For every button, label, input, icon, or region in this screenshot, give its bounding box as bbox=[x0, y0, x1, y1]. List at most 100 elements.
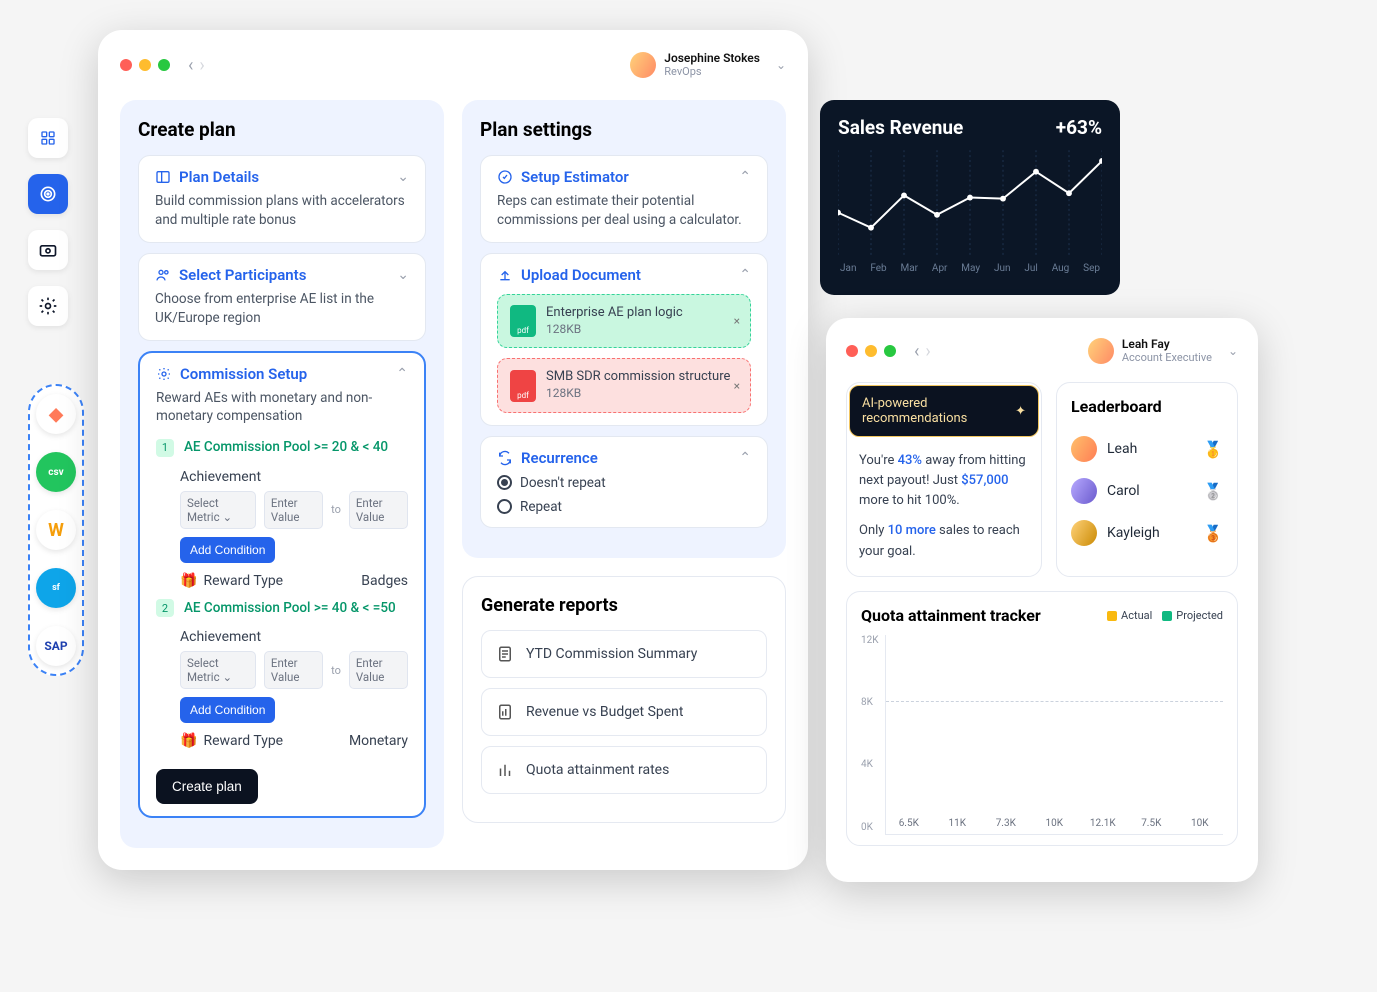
ai-line-2: Only 10 more sales to reach your goal. bbox=[859, 521, 1029, 561]
chevron-up-icon[interactable]: ⌃ bbox=[396, 366, 408, 382]
nav-forward[interactable]: › bbox=[925, 341, 930, 362]
create-plan-title: Create plan bbox=[138, 118, 426, 141]
leaderboard-card: Leaderboard Leah🥇 Carol🥈 Kayleigh🥉 bbox=[1056, 382, 1238, 577]
integration-hubspot[interactable]: ◆ bbox=[36, 394, 76, 434]
pdf-icon: pdf bbox=[510, 305, 536, 337]
add-condition-button[interactable]: Add Condition bbox=[180, 537, 275, 563]
chevron-down-icon[interactable]: ⌄ bbox=[397, 169, 409, 185]
integration-salesforce[interactable]: sf bbox=[36, 568, 76, 608]
revenue-x-axis: JanFebMarAprMayJunJulAugSep bbox=[838, 259, 1102, 274]
ai-recommendations-card: AI-powered recommendations ✦ You're 43% … bbox=[846, 382, 1042, 577]
rail-settings[interactable] bbox=[28, 286, 68, 326]
reward-value: Badges bbox=[361, 573, 408, 589]
remove-file-icon[interactable]: × bbox=[734, 379, 740, 393]
rail-goals[interactable] bbox=[28, 174, 68, 214]
user-role: RevOps bbox=[664, 66, 760, 79]
widget-delta: +63% bbox=[1056, 116, 1102, 139]
radio-icon bbox=[497, 499, 512, 514]
gift-icon: 🎁 bbox=[180, 733, 197, 749]
revenue-line-chart bbox=[838, 149, 1102, 259]
plan-settings-title: Plan settings bbox=[480, 118, 768, 141]
leaderboard-row[interactable]: Leah🥇 bbox=[1071, 428, 1223, 470]
upload-file-error[interactable]: pdf SMB SDR commission structure128KB × bbox=[497, 358, 751, 412]
user-chip[interactable]: Leah Fay Account Executive ⌄ bbox=[1088, 338, 1238, 364]
radio-icon bbox=[497, 475, 512, 490]
y-axis: 12K8K4K0K bbox=[861, 635, 879, 835]
create-plan-button[interactable]: Create plan bbox=[156, 769, 258, 804]
titlebar: ‹ › Josephine Stokes RevOps ⌄ bbox=[120, 48, 786, 82]
enter-value-to[interactable]: Enter Value bbox=[349, 651, 408, 689]
nav-back[interactable]: ‹ bbox=[914, 341, 919, 362]
main-window: ‹ › Josephine Stokes RevOps ⌄ Create pla… bbox=[98, 30, 808, 870]
users-icon bbox=[155, 267, 171, 283]
card-title-text: Setup Estimator bbox=[521, 168, 629, 186]
window-controls[interactable] bbox=[120, 59, 170, 71]
leaderboard-title: Leaderboard bbox=[1071, 397, 1223, 416]
tier-index: 2 bbox=[156, 599, 174, 617]
nav-back[interactable]: ‹ bbox=[188, 55, 193, 76]
plan-details-card[interactable]: Plan Details ⌄ Build commission plans wi… bbox=[138, 155, 426, 243]
file-name: Enterprise AE plan logic bbox=[546, 305, 683, 322]
leaderboard-row[interactable]: Carol🥈 bbox=[1071, 470, 1223, 512]
repeat-icon bbox=[497, 450, 513, 466]
recurrence-card: Recurrence ⌃ Doesn't repeat Repeat bbox=[480, 436, 768, 528]
chevron-up-icon[interactable]: ⌃ bbox=[739, 267, 751, 283]
widget-title: Sales Revenue bbox=[838, 116, 963, 139]
radio-repeat[interactable]: Repeat bbox=[497, 499, 751, 515]
report-quota[interactable]: Quota attainment rates bbox=[481, 746, 767, 794]
reward-label: Reward Type bbox=[203, 573, 283, 589]
tier-name: AE Commission Pool >= 20 & < 40 bbox=[184, 439, 388, 455]
file-size: 128KB bbox=[546, 322, 683, 338]
chevron-up-icon[interactable]: ⌃ bbox=[739, 169, 751, 185]
create-plan-panel: Create plan Plan Details ⌄ Build commiss… bbox=[120, 100, 444, 848]
report-ytd[interactable]: YTD Commission Summary bbox=[481, 630, 767, 678]
file-size: 128KB bbox=[546, 386, 730, 402]
reports-title: Generate reports bbox=[481, 595, 767, 616]
card-desc: Choose from enterprise AE list in the UK… bbox=[155, 290, 409, 328]
radio-doesnt-repeat[interactable]: Doesn't repeat bbox=[497, 475, 751, 491]
leaderboard-row[interactable]: Kayleigh🥉 bbox=[1071, 512, 1223, 554]
commission-card: Commission Setup ⌃ Reward AEs with monet… bbox=[138, 351, 426, 819]
chevron-down-icon[interactable]: ⌄ bbox=[397, 267, 409, 283]
upload-icon bbox=[497, 267, 513, 283]
integration-csv[interactable]: csv bbox=[36, 452, 76, 492]
window-controls[interactable] bbox=[846, 345, 896, 357]
commission-tier: 2 AE Commission Pool >= 40 & < =50 Achie… bbox=[156, 597, 408, 758]
card-title-text: Upload Document bbox=[521, 266, 641, 284]
participants-card[interactable]: Select Participants ⌄ Choose from enterp… bbox=[138, 253, 426, 341]
rail-payments[interactable] bbox=[28, 230, 68, 270]
rail-dashboard[interactable] bbox=[28, 118, 68, 158]
layout-icon bbox=[155, 169, 171, 185]
avatar bbox=[1088, 338, 1114, 364]
upload-file-ok[interactable]: pdf Enterprise AE plan logic128KB × bbox=[497, 294, 751, 348]
chevron-down-icon: ⌄ bbox=[776, 58, 786, 72]
user-role: Account Executive bbox=[1122, 352, 1212, 365]
tier-name: AE Commission Pool >= 40 & < =50 bbox=[184, 600, 396, 616]
card-desc: Reward AEs with monetary and non-monetar… bbox=[156, 389, 408, 427]
reports-panel: Generate reports YTD Commission Summary … bbox=[462, 576, 786, 823]
secondary-window: ‹ › Leah Fay Account Executive ⌄ AI-power… bbox=[826, 318, 1258, 882]
card-title-text: Select Participants bbox=[179, 266, 306, 284]
user-chip[interactable]: Josephine Stokes RevOps ⌄ bbox=[630, 52, 786, 78]
add-condition-button[interactable]: Add Condition bbox=[180, 697, 275, 723]
enter-value-to[interactable]: Enter Value bbox=[349, 491, 408, 529]
chevron-up-icon[interactable]: ⌃ bbox=[739, 450, 751, 466]
nav-forward[interactable]: › bbox=[199, 55, 204, 76]
select-metric[interactable]: Select Metric ⌄ bbox=[180, 651, 256, 689]
enter-value-from[interactable]: Enter Value bbox=[264, 491, 323, 529]
card-desc: Reps can estimate their potential commis… bbox=[497, 192, 751, 230]
calculator-icon bbox=[497, 169, 513, 185]
remove-file-icon[interactable]: × bbox=[734, 314, 740, 328]
integrations-dock: ◆ csv W sf SAP bbox=[28, 384, 84, 676]
enter-value-from[interactable]: Enter Value bbox=[264, 651, 323, 689]
achievement-label: Achievement bbox=[180, 469, 408, 485]
pdf-icon: pdf bbox=[510, 370, 536, 402]
commission-tier: 1 AE Commission Pool >= 20 & < 40 Achiev… bbox=[156, 436, 408, 597]
user-name: Josephine Stokes bbox=[664, 52, 760, 66]
integration-sap[interactable]: SAP bbox=[36, 626, 76, 666]
integration-workday[interactable]: W bbox=[36, 510, 76, 550]
report-revenue-budget[interactable]: Revenue vs Budget Spent bbox=[481, 688, 767, 736]
select-metric[interactable]: Select Metric ⌄ bbox=[180, 491, 256, 529]
quota-title: Quota attainment tracker bbox=[861, 606, 1041, 625]
estimator-card[interactable]: Setup Estimator ⌃ Reps can estimate thei… bbox=[480, 155, 768, 243]
